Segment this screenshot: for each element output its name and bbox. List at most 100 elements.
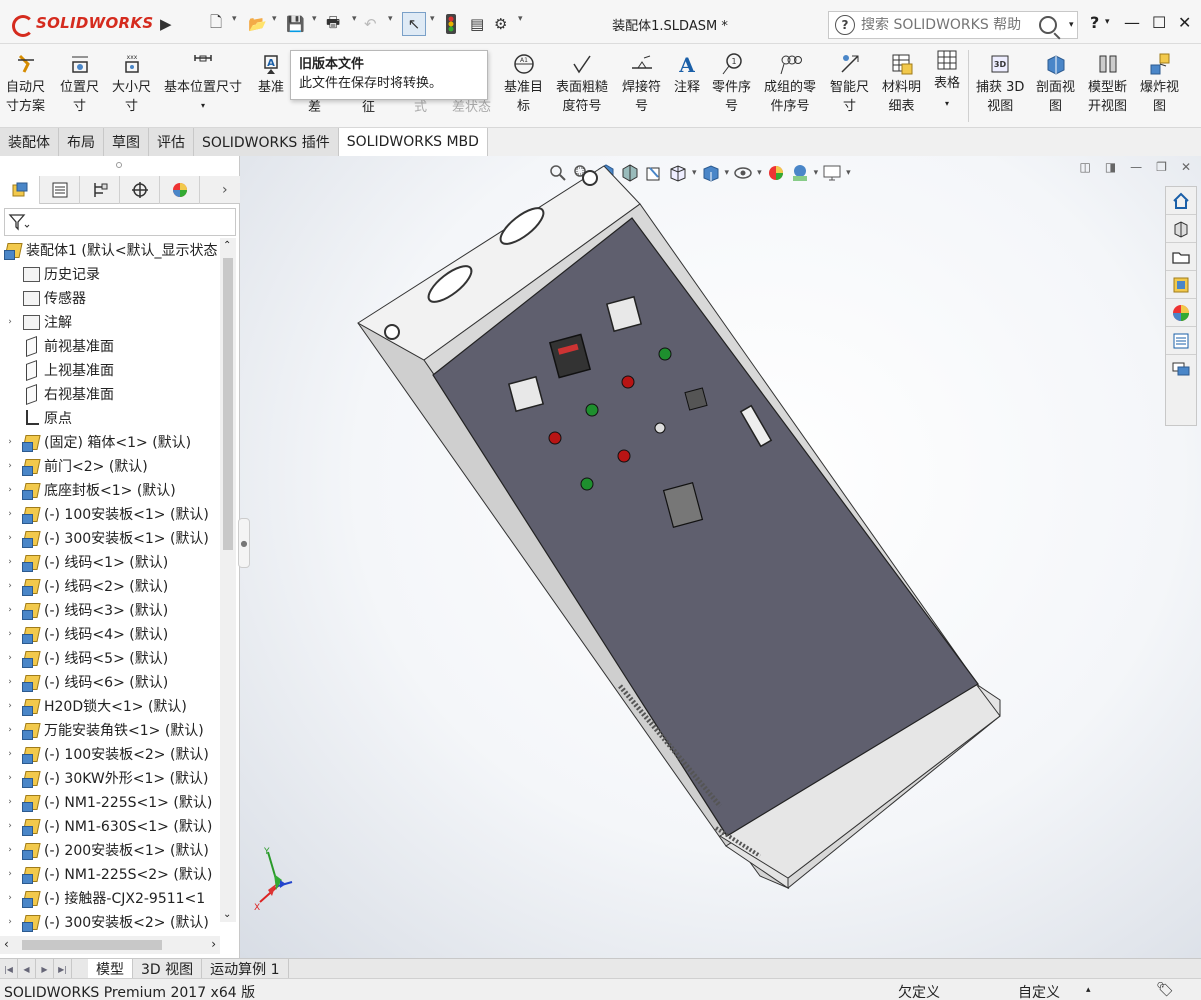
tree-vertical-scrollbar[interactable]: ⌃ ⌄ xyxy=(220,238,236,922)
smart-dimension-button[interactable]: 智能尺 寸 xyxy=(830,52,869,116)
tree-item[interactable]: › (-) NM1-630S<1> (默认) xyxy=(0,814,220,838)
file-explorer-tab[interactable] xyxy=(1166,243,1196,271)
dropdown-caret-icon[interactable]: ▾ xyxy=(945,99,949,108)
tree-filter[interactable] xyxy=(4,208,236,236)
location-dimension-button[interactable]: 位置尺 寸 xyxy=(60,52,99,116)
open-dropdown-icon[interactable]: ▾ xyxy=(272,14,277,24)
expand-arrow-icon[interactable]: › xyxy=(4,437,16,447)
expand-arrow-icon[interactable]: › xyxy=(4,533,16,543)
solidworks-resources-tab[interactable] xyxy=(1166,187,1196,215)
first-tab-nav-icon[interactable]: |◀ xyxy=(0,959,18,979)
expand-arrow-icon[interactable]: › xyxy=(4,581,16,591)
tolerance-button[interactable]: 差 xyxy=(308,98,321,117)
expand-arrow-icon[interactable]: › xyxy=(4,701,16,711)
bill-of-materials-button[interactable]: 材料明 细表 xyxy=(882,52,921,116)
expand-arrow-icon[interactable]: › xyxy=(4,797,16,807)
basic-location-dimension-button[interactable]: 基本位置尺寸 ▾ xyxy=(164,52,242,110)
configuration-manager-tab[interactable] xyxy=(80,176,120,204)
scroll-thumb[interactable] xyxy=(223,258,233,550)
model-break-view-button[interactable]: 模型断 开视图 xyxy=(1088,52,1127,116)
pattern-button[interactable]: 式 xyxy=(414,98,427,117)
tree-item[interactable]: › (-) 300安装板<2> (默认) xyxy=(0,910,220,934)
tree-root-assembly[interactable]: 装配体1 (默认<默认_显示状态 xyxy=(0,238,220,262)
datum-button[interactable]: A 基准 xyxy=(258,52,284,97)
save-dropdown-icon[interactable]: ▾ xyxy=(312,14,317,24)
table-button[interactable]: 表格 ▾ xyxy=(934,48,960,108)
search-input[interactable] xyxy=(861,17,1031,33)
tab-evaluate[interactable]: 评估 xyxy=(149,128,194,156)
expand-arrow-icon[interactable]: › xyxy=(4,605,16,615)
tree-item[interactable]: › (-) 线码<4> (默认) xyxy=(0,622,220,646)
expand-arrow-icon[interactable]: › xyxy=(4,557,16,567)
search-magnifier-icon[interactable] xyxy=(1039,16,1057,34)
stacked-balloon-button[interactable]: 成组的零 件序号 xyxy=(764,52,816,116)
tree-item[interactable]: › (-) 线码<2> (默认) xyxy=(0,574,220,598)
tree-item[interactable]: › (-) NM1-225S<2> (默认) xyxy=(0,862,220,886)
expand-arrow-icon[interactable]: › xyxy=(4,773,16,783)
options-dropdown-icon[interactable]: ▾ xyxy=(518,14,523,24)
solidworks-logo[interactable]: SOLIDWORKS xyxy=(10,9,156,37)
display-manager-tab[interactable] xyxy=(160,176,200,204)
select-dropdown-icon[interactable]: ▾ xyxy=(430,14,435,24)
dimxpert-manager-tab[interactable] xyxy=(120,176,160,204)
exploded-view-button[interactable]: 爆炸视 图 xyxy=(1140,52,1179,116)
undo-dropdown-icon[interactable]: ▾ xyxy=(388,14,393,24)
menu-expand-icon[interactable]: ▶ xyxy=(160,12,172,36)
expand-arrow-icon[interactable]: › xyxy=(4,893,16,903)
tree-item[interactable]: › 前门<2> (默认) xyxy=(0,454,220,478)
help-search-box[interactable]: ? ▾ xyxy=(828,11,1078,39)
rebuild-traffic-light-icon[interactable] xyxy=(444,12,458,36)
expand-arrow-icon[interactable]: › xyxy=(4,461,16,471)
tree-item[interactable]: 历史记录 xyxy=(0,262,220,286)
new-dropdown-icon[interactable]: ▾ xyxy=(232,14,237,24)
search-dropdown-icon[interactable]: ▾ xyxy=(1069,20,1074,30)
view-palette-tab[interactable] xyxy=(1166,271,1196,299)
tab-3d-views[interactable]: 3D 视图 xyxy=(133,959,203,979)
save-icon[interactable]: 💾 xyxy=(286,12,305,36)
select-cursor-icon[interactable]: ↖ xyxy=(402,12,426,36)
new-document-icon[interactable]: 🗋 xyxy=(210,12,222,36)
section-view-button[interactable]: 剖面视 图 xyxy=(1036,52,1075,116)
tree-item[interactable]: › (-) 接触器-CJX2-9511<1 xyxy=(0,886,220,910)
tab-addins[interactable]: SOLIDWORKS 插件 xyxy=(194,128,339,156)
expand-arrow-icon[interactable]: › xyxy=(4,317,16,327)
tree-item[interactable]: 右视基准面 xyxy=(0,382,220,406)
graphics-area[interactable]: ▾ ▾ ▾ ▾ ▾ ◫ ◨ — ❐ ✕ Y X xyxy=(240,156,1201,958)
feature-manager-tab[interactable] xyxy=(0,176,40,204)
expand-arrow-icon[interactable]: › xyxy=(4,629,16,639)
more-tabs-icon[interactable]: › xyxy=(222,176,228,203)
panel-grip-icon[interactable] xyxy=(116,162,122,168)
appearances-tab[interactable] xyxy=(1166,299,1196,327)
tree-item[interactable]: › (-) NM1-225S<1> (默认) xyxy=(0,790,220,814)
close-button[interactable]: ✕ xyxy=(1178,13,1191,32)
tree-item[interactable]: › 注解 xyxy=(0,310,220,334)
options-gear-icon[interactable]: ⚙ xyxy=(494,12,507,36)
expand-arrow-icon[interactable]: › xyxy=(4,869,16,879)
expand-arrow-icon[interactable]: › xyxy=(4,917,16,927)
help-dropdown-icon[interactable]: ▾ xyxy=(1105,17,1110,27)
tree-item[interactable]: › (-) 线码<6> (默认) xyxy=(0,670,220,694)
maximize-button[interactable]: ☐ xyxy=(1152,13,1166,32)
custom-properties-tab[interactable] xyxy=(1166,327,1196,355)
size-dimension-button[interactable]: xxx 大小尺 寸 xyxy=(112,52,151,116)
cabinet-model[interactable] xyxy=(240,156,1201,958)
design-library-tab[interactable] xyxy=(1166,215,1196,243)
autodimension-scheme-button[interactable]: 自动尺 寸方案 xyxy=(6,52,45,116)
tree-item[interactable]: 原点 xyxy=(0,406,220,430)
file-properties-icon[interactable]: ▤ xyxy=(470,12,484,36)
tree-item[interactable]: › (固定) 箱体<1> (默认) xyxy=(0,430,220,454)
next-tab-nav-icon[interactable]: ▶ xyxy=(36,959,54,979)
tree-item[interactable]: › (-) 30KW外形<1> (默认) xyxy=(0,766,220,790)
capture-3d-view-button[interactable]: 3D 捕获 3D 视图 xyxy=(976,52,1024,116)
tree-item[interactable]: › (-) 100安装板<2> (默认) xyxy=(0,742,220,766)
tree-item[interactable]: › (-) 200安装板<1> (默认) xyxy=(0,838,220,862)
unit-dropdown-icon[interactable]: ▴ xyxy=(1086,985,1091,995)
expand-arrow-icon[interactable]: › xyxy=(4,485,16,495)
expand-arrow-icon[interactable]: › xyxy=(4,725,16,735)
scroll-up-icon[interactable]: ⌃ xyxy=(223,240,231,251)
expand-arrow-icon[interactable]: › xyxy=(4,653,16,663)
tree-item[interactable]: 上视基准面 xyxy=(0,358,220,382)
tree-item[interactable]: › (-) 100安装板<1> (默认) xyxy=(0,502,220,526)
tree-item[interactable]: › H20D锁大<1> (默认) xyxy=(0,694,220,718)
scroll-left-icon[interactable]: ‹ xyxy=(4,937,9,951)
